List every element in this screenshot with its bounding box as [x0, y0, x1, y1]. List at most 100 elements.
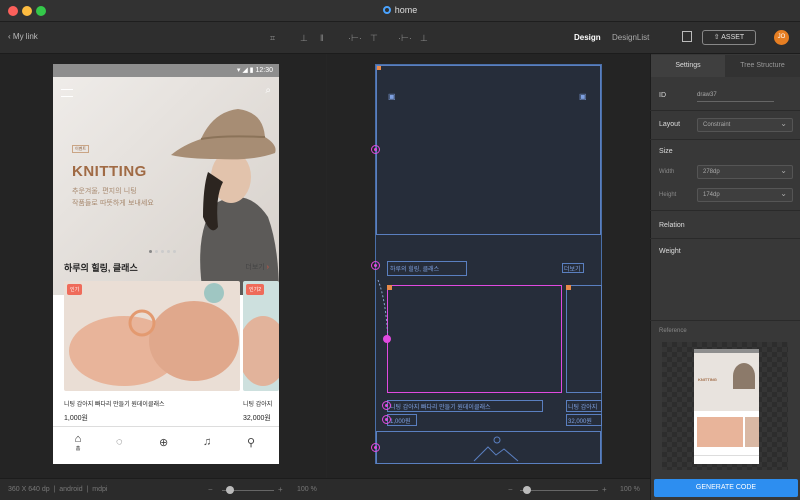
zoom-left-value: 100 % — [297, 486, 317, 493]
thumb-hat — [733, 363, 755, 389]
divider — [650, 139, 800, 140]
battery-icon: ▮ — [249, 67, 254, 74]
class-card[interactable]: 인기 — [64, 281, 240, 391]
tab-designlist[interactable]: DesignList — [612, 33, 649, 42]
hero-subtitle-line-2: 작품들로 따뜻하게 보내세요 — [72, 199, 154, 207]
card-price: 32,000원 — [243, 415, 271, 422]
carousel-dot[interactable] — [161, 250, 164, 253]
carousel-dot[interactable] — [173, 250, 176, 253]
tab-tree-structure[interactable]: Tree Structure — [725, 55, 800, 77]
reference-label: Reference — [659, 328, 687, 334]
menu-icon[interactable] — [61, 89, 73, 97]
divider — [650, 320, 800, 321]
app-logo-icon — [382, 6, 391, 14]
phone-status-bar: ▾ ◢ ▮ 12:30 — [53, 64, 279, 77]
asset-label: ASSET — [721, 34, 745, 41]
class-card[interactable]: 인기2 — [243, 281, 279, 391]
blueprint-card-frame[interactable] — [566, 285, 602, 393]
constraint-anchor[interactable] — [371, 145, 380, 154]
space-horizontal-icon[interactable]: ·⊢· — [398, 33, 412, 44]
tab-home-label: 홈 — [75, 446, 81, 452]
size-label: Size — [659, 148, 673, 155]
height-select[interactable]: 174dp — [697, 188, 793, 202]
thumb-card-photo — [697, 417, 743, 447]
blueprint-card-title: 니팅 감아지 빠다리 만들기 원데이클래스 — [390, 405, 491, 411]
zoom-out-icon[interactable]: − — [508, 485, 513, 494]
bell-icon[interactable]: ♫ — [203, 436, 211, 448]
layout-select[interactable]: Constraint — [697, 118, 793, 132]
distribute-horizontal-icon[interactable]: ·⊢· — [348, 33, 362, 44]
blueprint-card-frame-selected[interactable] — [387, 285, 562, 393]
width-label: Width — [659, 169, 675, 175]
constraint-anchor[interactable] — [371, 261, 380, 270]
id-underline — [697, 101, 774, 102]
zoom-in-icon[interactable]: + — [602, 485, 607, 494]
back-button[interactable]: ‹ My link — [8, 32, 38, 41]
toolbar: ‹ My link ⌗ ⊥ ‖ ·⊢· ⊤ ·⊢· ⊥ Design Desig… — [0, 22, 800, 54]
divider — [650, 110, 800, 111]
selected-anchor-handle[interactable] — [383, 335, 391, 343]
zoom-slider-right[interactable] — [520, 490, 598, 491]
zoom-in-icon[interactable]: + — [278, 485, 283, 494]
bottom-tab-bar: ⌂ 홈 ◌ ⊕ ♫ ⚲ — [53, 426, 279, 464]
tab-home[interactable]: ⌂ 홈 — [72, 433, 84, 452]
constraint-anchor[interactable] — [371, 443, 380, 452]
carousel-dot-active[interactable] — [149, 250, 152, 253]
card-photo — [243, 281, 279, 391]
thumb-hero: KNITTING — [694, 353, 759, 411]
tab-design[interactable]: Design — [574, 33, 601, 42]
thumb-hero-title: KNITTING — [698, 377, 717, 382]
constraint-anchor[interactable] — [382, 401, 391, 410]
align-vertical-icon[interactable]: ‖ — [320, 33, 324, 43]
zoom-right-value: 100 % — [620, 486, 640, 493]
constraint-anchor[interactable] — [382, 415, 391, 424]
generate-code-button[interactable]: GENERATE CODE — [654, 479, 798, 497]
zoom-slider-thumb-left[interactable] — [226, 486, 234, 494]
image-placeholder-icon: ▣ — [388, 92, 396, 101]
card-price: 1,000원 — [64, 415, 88, 422]
wifi-icon: ▾ — [236, 67, 241, 74]
select-frame-icon[interactable]: ⌗ — [270, 33, 275, 44]
back-label: My link — [12, 32, 38, 41]
align-person-icon[interactable]: ⊥ — [300, 33, 308, 44]
status-bar: 360 X 640 dp | android | mdpi − + 100 % … — [0, 478, 650, 500]
width-select[interactable]: 278dp — [697, 165, 793, 179]
thumb-divider — [694, 455, 759, 456]
zoom-slider-thumb-right[interactable] — [523, 486, 531, 494]
more-link[interactable]: 더보기 › — [245, 262, 269, 272]
hero-title: KNITTING — [72, 163, 147, 180]
thumb-card-photo — [745, 417, 759, 447]
window-title: home — [0, 5, 800, 15]
carousel-dot[interactable] — [155, 250, 158, 253]
density-text[interactable]: mdpi — [92, 486, 107, 493]
divider — [650, 238, 800, 239]
distribute-vertical-icon[interactable]: ⊤ — [370, 33, 378, 44]
carousel-dot[interactable] — [167, 250, 170, 253]
image-placeholder-icon: ▣ — [579, 92, 587, 101]
search-icon[interactable]: ⌕ — [265, 85, 271, 96]
id-value[interactable]: draw37 — [697, 92, 717, 98]
dims-text: 360 X 640 dp — [8, 486, 50, 493]
section-title: 하루의 힐링, 클래스 — [64, 263, 138, 273]
preview-icon[interactable] — [682, 31, 692, 42]
blueprint-canvas[interactable]: ▣ ▣ 하루의 힐링, 클래스 더보기 니팅 감아지 빠다리 만들기 원데이클래… — [375, 64, 602, 464]
relation-label: Relation — [659, 222, 685, 229]
space-vertical-icon[interactable]: ⊥ — [420, 33, 428, 44]
chat-icon[interactable]: ◌ — [116, 436, 123, 448]
zoom-out-icon[interactable]: − — [208, 485, 213, 494]
tab-settings[interactable]: Settings — [651, 55, 725, 77]
blueprint-section-text: 하루의 힐링, 클래스 — [390, 267, 440, 273]
avatar[interactable]: JO — [774, 30, 789, 45]
add-icon[interactable]: ⊕ — [159, 436, 168, 449]
layout-label: Layout — [659, 121, 681, 128]
card-title: 니팅 감아지 빠다리 만들기 원데이클래스 — [64, 402, 165, 408]
reference-preview[interactable]: KNITTING — [662, 342, 788, 470]
profile-icon[interactable]: ⚲ — [247, 436, 255, 449]
blueprint-hero-frame[interactable] — [376, 65, 601, 235]
upload-icon: ⇧ — [713, 34, 720, 41]
blueprint-more-text: 더보기 — [564, 267, 581, 273]
asset-button[interactable]: ⇧ ASSET — [702, 30, 756, 45]
id-label: ID — [659, 92, 666, 99]
hero-small-label: 이벤트 — [72, 145, 90, 153]
platform-text[interactable]: android — [59, 486, 82, 493]
